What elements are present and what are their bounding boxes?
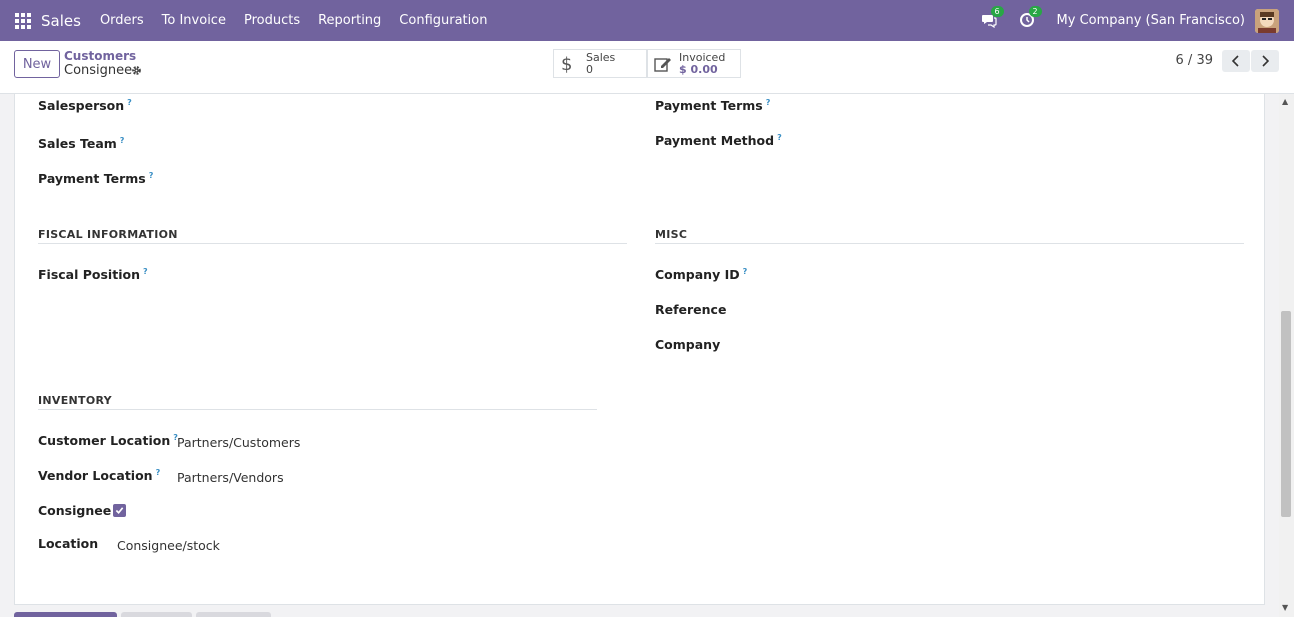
pager-previous-button[interactable] xyxy=(1222,50,1250,72)
menu-configuration[interactable]: Configuration xyxy=(399,13,487,28)
sales-stat-label: Sales xyxy=(586,50,616,64)
menu-products[interactable]: Products xyxy=(244,13,300,28)
chevron-left-icon xyxy=(1232,55,1239,67)
apps-menu-icon[interactable] xyxy=(15,12,31,29)
messages-button[interactable]: 6 xyxy=(981,5,1004,30)
vendor-location-field[interactable]: Partners/Vendors xyxy=(177,470,284,485)
pager-value[interactable]: 6 / 39 xyxy=(1176,53,1213,68)
control-panel: New Customers Consignee $ Sales 0 Invoic… xyxy=(0,41,1294,94)
breadcrumb-customers[interactable]: Customers xyxy=(64,49,136,63)
divider xyxy=(38,409,597,410)
sales-team-label: Sales Team? xyxy=(38,136,125,152)
sales-stat-value: 0 xyxy=(586,62,593,76)
footer-tab[interactable] xyxy=(121,612,192,617)
user-avatar[interactable] xyxy=(1255,8,1279,33)
vendor-location-label: Vendor Location? xyxy=(38,468,161,484)
payment-method-label: Payment Method? xyxy=(655,133,782,149)
scroll-down-icon[interactable]: ▼ xyxy=(1282,603,1288,612)
location-field[interactable]: Consignee/stock xyxy=(117,538,220,553)
vertical-scrollbar[interactable]: ▲ ▼ xyxy=(1279,94,1294,617)
sales-stat-button[interactable]: $ Sales 0 xyxy=(553,49,647,78)
divider xyxy=(655,243,1244,244)
activities-button[interactable]: 2 xyxy=(1019,5,1042,30)
consignee-label: Consignee xyxy=(38,503,112,518)
scrollbar-thumb[interactable] xyxy=(1281,311,1291,517)
customer-location-field[interactable]: Partners/Customers xyxy=(177,435,300,450)
chevron-right-icon xyxy=(1262,55,1269,67)
company-switcher[interactable]: My Company (San Francisco) xyxy=(1057,13,1245,28)
invoiced-stat-value: $ 0.00 xyxy=(679,62,718,76)
salesperson-label: Salesperson? xyxy=(38,98,132,114)
payment-terms-label-purchase: Payment Terms? xyxy=(655,98,771,114)
svg-text:$: $ xyxy=(561,54,572,74)
invoiced-stat-label: Invoiced xyxy=(679,50,726,64)
menu-to-invoice[interactable]: To Invoice xyxy=(162,13,226,28)
reference-label: Reference xyxy=(655,302,727,317)
pencil-square-icon xyxy=(651,56,675,72)
app-name[interactable]: Sales xyxy=(41,12,81,30)
footer-tab-active[interactable] xyxy=(14,612,117,617)
fiscal-information-heading: FISCAL INFORMATION xyxy=(38,228,178,241)
divider xyxy=(38,243,627,244)
footer-tab[interactable] xyxy=(196,612,271,617)
payment-terms-label-sales: Payment Terms? xyxy=(38,171,154,187)
customer-location-label: Customer Location? xyxy=(38,433,178,449)
check-icon xyxy=(115,507,124,514)
form-sheet: Salesperson? Sales Team? Payment Terms? … xyxy=(14,94,1265,605)
pager-next-button[interactable] xyxy=(1251,50,1279,72)
location-label: Location xyxy=(38,536,99,551)
top-navbar: Sales Orders To Invoice Products Reporti… xyxy=(0,0,1294,41)
menu-orders[interactable]: Orders xyxy=(100,13,144,28)
menu-reporting[interactable]: Reporting xyxy=(318,13,381,28)
record-title: Consignee xyxy=(64,63,133,78)
new-button[interactable]: New xyxy=(14,50,60,78)
company-label: Company xyxy=(655,337,721,352)
invoiced-stat-button[interactable]: Invoiced $ 0.00 xyxy=(647,49,741,78)
inventory-heading: INVENTORY xyxy=(38,394,112,407)
misc-heading: MISC xyxy=(655,228,688,241)
activities-badge: 2 xyxy=(1028,5,1042,17)
messages-badge: 6 xyxy=(990,5,1004,17)
gear-icon[interactable] xyxy=(131,65,142,80)
scroll-up-icon[interactable]: ▲ xyxy=(1282,97,1288,106)
dollar-icon: $ xyxy=(554,54,578,74)
company-id-label: Company ID? xyxy=(655,267,748,283)
fiscal-position-label: Fiscal Position? xyxy=(38,267,148,283)
consignee-checkbox[interactable] xyxy=(113,504,126,517)
